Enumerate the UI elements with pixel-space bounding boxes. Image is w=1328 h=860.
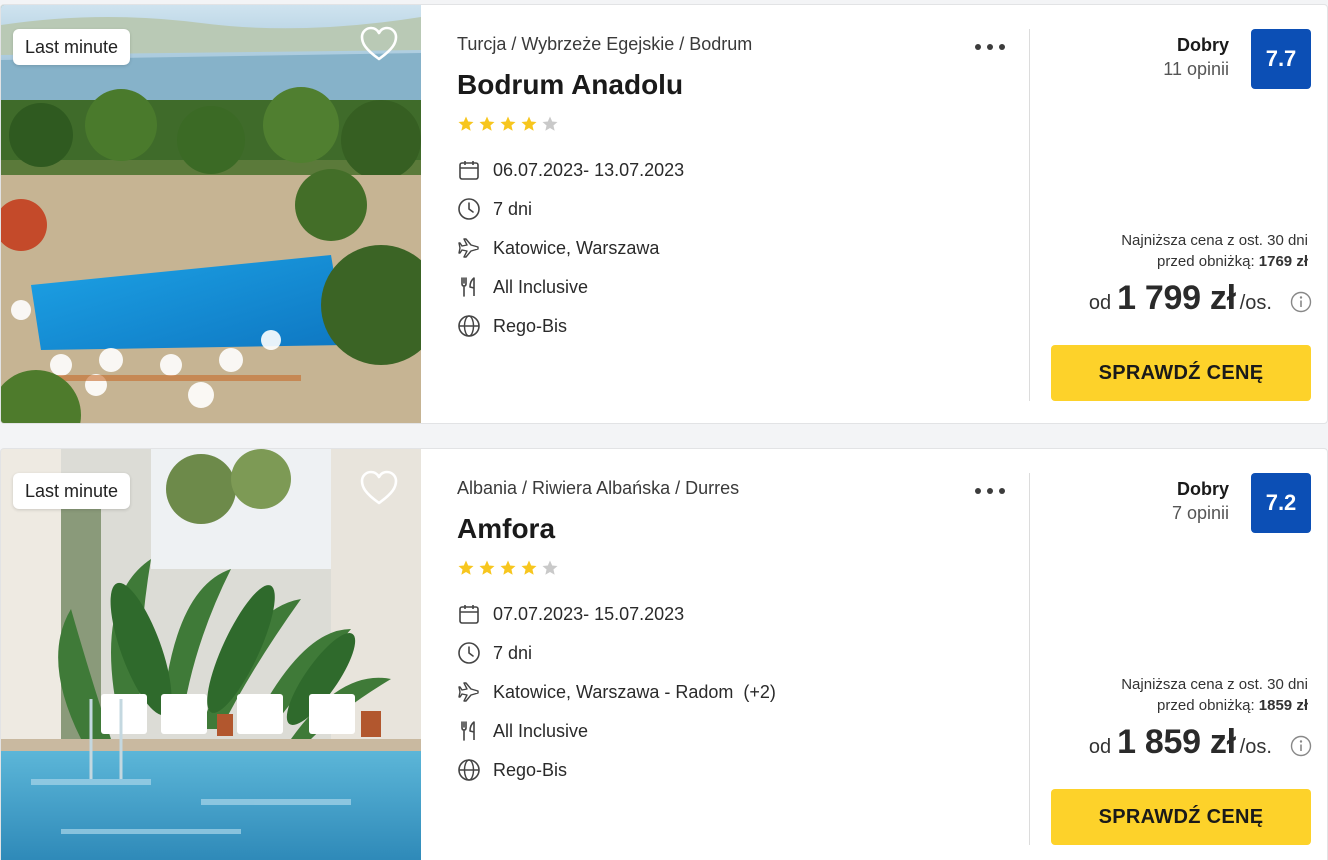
lowest-price-value: 1769 zł	[1258, 253, 1308, 270]
board-type: All Inclusive	[493, 720, 589, 741]
clock-icon	[458, 198, 480, 220]
feature-board: All Inclusive	[457, 274, 588, 300]
star-filled-icon	[458, 116, 474, 131]
price-amount: 1 859 zł	[1117, 723, 1236, 761]
rating-label: Dobry	[1176, 35, 1229, 55]
trip-duration: 7 dni	[493, 198, 533, 219]
clock-icon	[458, 642, 480, 664]
globe-icon	[458, 315, 480, 337]
star-filled-icon	[521, 560, 537, 575]
price-amount: 1 799 zł	[1117, 279, 1236, 317]
hotel-photo[interactable]: Last minute	[1, 449, 421, 860]
star-empty-icon	[542, 560, 558, 575]
info-icon[interactable]	[1290, 735, 1312, 757]
calendar-icon	[459, 605, 479, 624]
feature-dates: 07.07.2023- 15.07.2023	[457, 601, 684, 627]
last-minute-badge: Last minute	[13, 29, 131, 65]
feature-departure: Katowice, Warszawa - Radom (+2)	[457, 679, 776, 705]
heart-outline-icon[interactable]	[359, 25, 399, 63]
star-filled-icon	[500, 116, 516, 131]
lowest-price-label: przed obniżką:	[1157, 697, 1255, 714]
lowest-price-line-1: Najniższa cena z ost. 30 dni	[1121, 676, 1308, 693]
trip-duration: 7 dni	[493, 642, 533, 663]
feature-operator: Rego-Bis	[457, 313, 567, 339]
reviews-count[interactable]: 7 opinii	[1172, 503, 1229, 524]
reviews-count[interactable]: 11 opinii	[1163, 59, 1229, 80]
lowest-price-value: 1859 zł	[1258, 697, 1308, 714]
star-empty-icon	[542, 116, 558, 131]
hotel-photo-image	[1, 449, 421, 860]
travel-dates: 06.07.2023- 13.07.2023	[493, 159, 685, 180]
star-filled-icon	[500, 560, 516, 575]
hotel-name[interactable]: Bodrum Anadolu	[457, 69, 683, 101]
cutlery-icon	[461, 721, 475, 741]
rating-score: 7.2	[1251, 473, 1311, 533]
price-suffix: /os.	[1239, 736, 1272, 758]
hotel-stars	[457, 115, 562, 135]
price-prefix: od	[1088, 736, 1112, 758]
lowest-price-line-1: Najniższa cena z ost. 30 dni	[1121, 232, 1308, 249]
price-prefix: od	[1088, 292, 1112, 314]
last-minute-badge: Last minute	[13, 473, 131, 509]
star-filled-icon	[479, 560, 495, 575]
feature-dates: 06.07.2023- 13.07.2023	[457, 157, 684, 183]
lowest-price-line-2: przed obniżką: 1769 zł	[1121, 251, 1308, 272]
rating-score: 7.7	[1251, 29, 1311, 89]
star-filled-icon	[521, 116, 537, 131]
star-filled-icon	[458, 560, 474, 575]
hotel-photo[interactable]: Last minute	[1, 5, 421, 423]
price: od 1 859 zł/os.	[1089, 723, 1272, 762]
feature-departure: Katowice, Warszawa	[457, 235, 659, 261]
offer-info: Turcja / Wybrzeże Egejskie / Bodrum Bodr…	[457, 5, 1017, 423]
check-price-button[interactable]: SPRAWDŹ CENĘ	[1051, 345, 1311, 401]
price-suffix: /os.	[1239, 292, 1272, 314]
star-filled-icon	[479, 116, 495, 131]
lowest-price-note: Najniższa cena z ost. 30 dni przed obniż…	[1121, 230, 1308, 272]
offer-info: Albania / Riwiera Albańska / Durres Amfo…	[457, 449, 1017, 860]
more-dots-icon[interactable]	[973, 477, 1007, 503]
globe-icon	[458, 759, 480, 781]
more-dots-icon[interactable]	[973, 33, 1007, 59]
offer-card-amfora[interactable]: Last minute Albania / Riwiera Albańska /…	[0, 448, 1328, 860]
heart-outline-icon[interactable]	[359, 469, 399, 507]
lowest-price-label: przed obniżką:	[1157, 253, 1255, 270]
departure-airports[interactable]: Katowice, Warszawa - Radom (+2)	[493, 682, 776, 703]
feature-board: All Inclusive	[457, 718, 588, 744]
info-icon[interactable]	[1290, 291, 1312, 313]
board-type: All Inclusive	[493, 276, 589, 297]
plane-icon	[458, 682, 479, 702]
location-breadcrumb[interactable]: Turcja / Wybrzeże Egejskie / Bodrum	[457, 34, 752, 55]
rating-label: Dobry	[1176, 479, 1229, 499]
hotel-name[interactable]: Amfora	[457, 513, 555, 545]
hotel-stars	[457, 559, 562, 579]
column-divider	[1029, 29, 1030, 401]
check-price-button[interactable]: SPRAWDŹ CENĘ	[1051, 789, 1311, 845]
location-breadcrumb[interactable]: Albania / Riwiera Albańska / Durres	[457, 478, 739, 499]
departure-airports: Katowice, Warszawa	[493, 237, 660, 258]
travel-dates: 07.07.2023- 15.07.2023	[493, 603, 685, 624]
cutlery-icon	[461, 277, 475, 297]
lowest-price-line-2: przed obniżką: 1859 zł	[1121, 695, 1308, 716]
calendar-icon	[459, 161, 479, 180]
offer-card-bodrum-anadolu[interactable]: Last minute Turcja / Wybrzeże Egejskie /…	[0, 4, 1328, 424]
tour-operator: Rego-Bis	[493, 759, 568, 780]
lowest-price-note: Najniższa cena z ost. 30 dni przed obniż…	[1121, 674, 1308, 716]
column-divider	[1029, 473, 1030, 845]
feature-operator: Rego-Bis	[457, 757, 567, 783]
price: od 1 799 zł/os.	[1089, 279, 1272, 318]
feature-duration: 7 dni	[457, 196, 532, 222]
plane-icon	[458, 238, 479, 258]
hotel-photo-image	[1, 5, 421, 423]
tour-operator: Rego-Bis	[493, 315, 568, 336]
feature-duration: 7 dni	[457, 640, 532, 666]
